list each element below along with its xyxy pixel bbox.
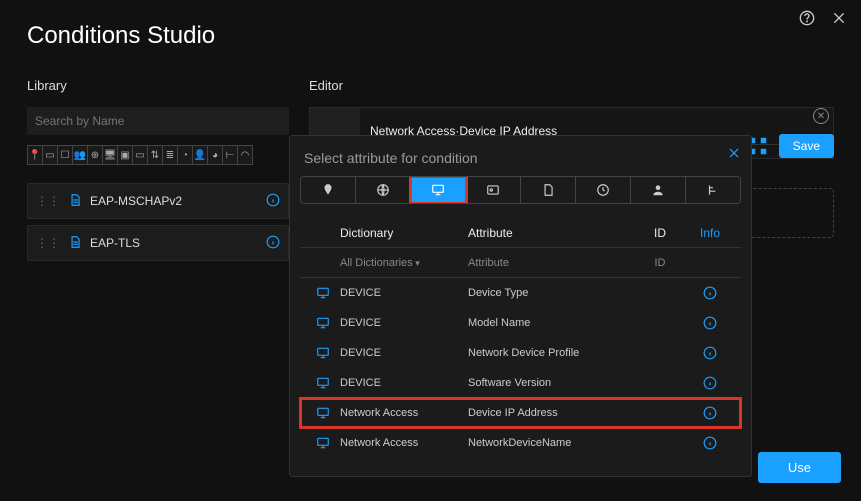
- row-attribute: Device IP Address: [468, 407, 635, 419]
- editor-clear-icon[interactable]: ✕: [813, 108, 829, 124]
- document-icon: [68, 235, 82, 252]
- filter-group-icon[interactable]: 👥: [72, 145, 88, 165]
- info-icon[interactable]: [266, 193, 280, 210]
- save-button[interactable]: Save: [779, 134, 834, 158]
- filter-monitor-icon[interactable]: 🖥: [102, 145, 118, 165]
- attribute-category-tabs: [300, 176, 741, 204]
- filter-wifi-icon[interactable]: ◠: [237, 145, 253, 165]
- attribute-row[interactable]: DEVICEModel Name: [300, 308, 741, 338]
- drag-handle-icon[interactable]: ⋮⋮: [36, 236, 60, 250]
- tab-doc-icon[interactable]: [521, 177, 576, 203]
- filter-user-icon[interactable]: 👤: [192, 145, 208, 165]
- tab-location-icon[interactable]: [301, 177, 356, 203]
- row-info-icon[interactable]: [685, 406, 735, 420]
- monitor-icon: [306, 376, 340, 390]
- row-info-icon[interactable]: [685, 346, 735, 360]
- library-panel: Library 📍 ▭ ☐ 👥 ⊕ 🖥 ▣ ▭ ⇅ ≣ ◔ 👤 ◕ ⊢ ◠ ⋮⋮…: [27, 78, 289, 267]
- filter-card-icon[interactable]: ▭: [132, 145, 148, 165]
- filter-arrows-icon[interactable]: ⇅: [147, 145, 163, 165]
- library-filter-strip: 📍 ▭ ☐ 👥 ⊕ 🖥 ▣ ▭ ⇅ ≣ ◔ 👤 ◕ ⊢ ◠: [27, 145, 289, 165]
- editor-label: Editor: [309, 78, 834, 93]
- row-attribute: Device Type: [468, 287, 635, 299]
- tab-id-icon[interactable]: [466, 177, 521, 203]
- page-title: Conditions Studio: [27, 22, 215, 50]
- col-attribute[interactable]: Attribute: [468, 226, 635, 240]
- help-icon[interactable]: [797, 8, 817, 28]
- document-icon: [68, 193, 82, 210]
- attribute-row[interactable]: Network AccessNetworkDeviceName: [300, 428, 741, 458]
- filter-square-icon[interactable]: ☐: [57, 145, 73, 165]
- modal-title: Select attribute for condition: [304, 150, 741, 166]
- attribute-row[interactable]: DEVICENetwork Device Profile: [300, 338, 741, 368]
- filter-pin-icon[interactable]: 📍: [27, 145, 43, 165]
- filter-screen-icon[interactable]: ▣: [117, 145, 133, 165]
- filter-tree-icon[interactable]: ⊢: [222, 145, 238, 165]
- row-dictionary: Network Access: [340, 437, 468, 449]
- monitor-icon: [306, 436, 340, 450]
- row-dictionary: DEVICE: [340, 377, 468, 389]
- filter-badge-icon[interactable]: ▭: [42, 145, 58, 165]
- row-info-icon[interactable]: [685, 286, 735, 300]
- col-dictionary[interactable]: Dictionary: [340, 226, 468, 240]
- filter-attribute[interactable]: Attribute: [468, 257, 635, 269]
- filter-globe-icon[interactable]: ⊕: [87, 145, 103, 165]
- row-dictionary: DEVICE: [340, 317, 468, 329]
- filter-dictionary[interactable]: All Dictionaries: [340, 257, 468, 269]
- monitor-icon: [306, 316, 340, 330]
- row-dictionary: DEVICE: [340, 287, 468, 299]
- attribute-row[interactable]: Network AccessDevice IP Address: [300, 398, 741, 428]
- row-info-icon[interactable]: [685, 316, 735, 330]
- col-info: Info: [685, 226, 735, 240]
- monitor-icon: [306, 286, 340, 300]
- row-dictionary: Network Access: [340, 407, 468, 419]
- filter-check-icon[interactable]: ◕: [207, 145, 223, 165]
- library-item[interactable]: ⋮⋮ EAP-MSCHAPv2: [27, 183, 289, 219]
- monitor-icon: [306, 346, 340, 360]
- attribute-picker-modal: Select attribute for condition Dictionar…: [289, 135, 752, 477]
- modal-close-icon[interactable]: [727, 146, 741, 163]
- row-dictionary: DEVICE: [340, 347, 468, 359]
- filter-clock-icon[interactable]: ◔: [177, 145, 193, 165]
- tab-device-icon[interactable]: [411, 177, 466, 203]
- library-item-name: EAP-TLS: [90, 236, 258, 250]
- library-label: Library: [27, 78, 289, 93]
- row-attribute: NetworkDeviceName: [468, 437, 635, 449]
- library-item[interactable]: ⋮⋮ EAP-TLS: [27, 225, 289, 261]
- info-icon[interactable]: [266, 235, 280, 252]
- tab-globe-icon[interactable]: [356, 177, 411, 203]
- tab-tree-icon[interactable]: [686, 177, 740, 203]
- row-info-icon[interactable]: [685, 376, 735, 390]
- attribute-table: Dictionary Attribute ID Info All Diction…: [300, 218, 741, 458]
- search-input[interactable]: [27, 107, 289, 135]
- drag-handle-icon[interactable]: ⋮⋮: [36, 194, 60, 208]
- row-attribute: Software Version: [468, 377, 635, 389]
- filter-id[interactable]: ID: [635, 257, 685, 269]
- tab-clock-icon[interactable]: [576, 177, 631, 203]
- attribute-row[interactable]: DEVICESoftware Version: [300, 368, 741, 398]
- row-attribute: Network Device Profile: [468, 347, 635, 359]
- row-attribute: Model Name: [468, 317, 635, 329]
- monitor-icon: [306, 406, 340, 420]
- close-icon[interactable]: [829, 8, 849, 28]
- col-id[interactable]: ID: [635, 226, 685, 240]
- use-button[interactable]: Use: [758, 452, 841, 483]
- tab-user-icon[interactable]: [631, 177, 686, 203]
- attribute-row[interactable]: DEVICEDevice Type: [300, 278, 741, 308]
- library-item-name: EAP-MSCHAPv2: [90, 194, 258, 208]
- filter-db-icon[interactable]: ≣: [162, 145, 178, 165]
- row-info-icon[interactable]: [685, 436, 735, 450]
